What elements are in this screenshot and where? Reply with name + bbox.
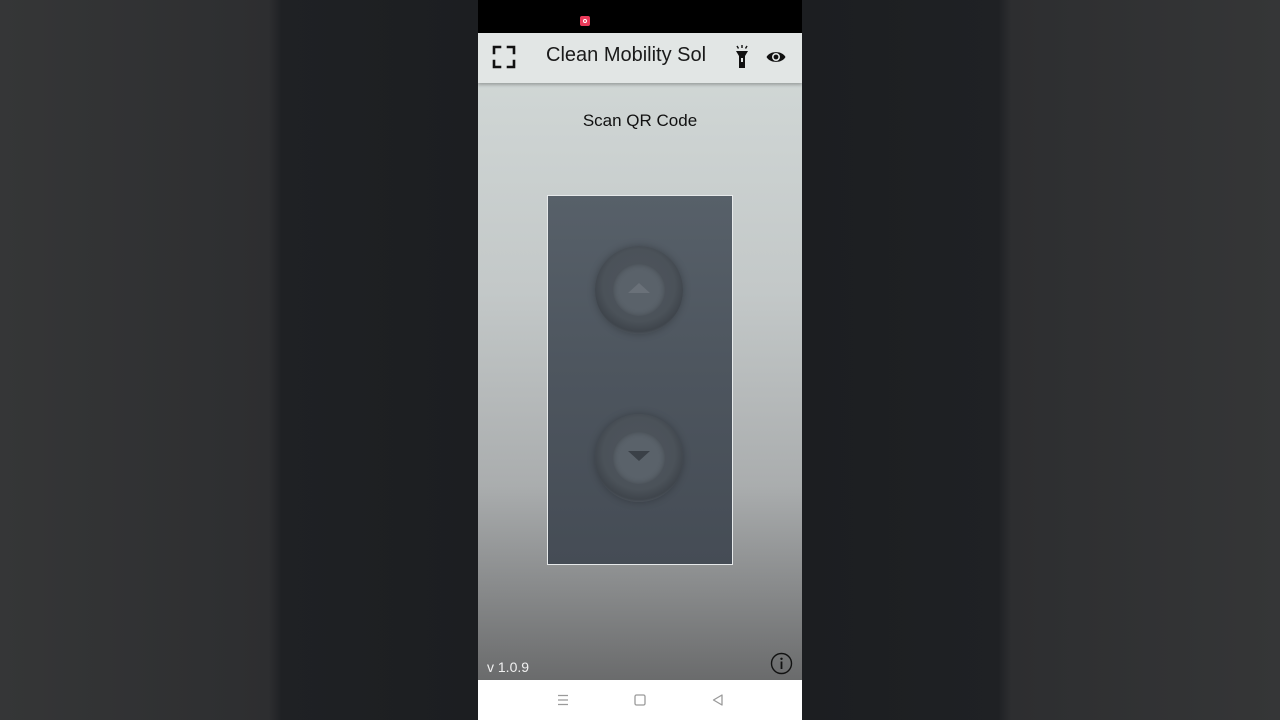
- eye-icon[interactable]: [766, 50, 786, 64]
- phone-screen: Clean Mobility Sol Scan QR Code v 1.0.9: [478, 0, 802, 720]
- info-icon[interactable]: [770, 652, 793, 675]
- version-label: v 1.0.9: [487, 659, 530, 675]
- arrow-up-icon: [628, 283, 650, 293]
- app-bar: Clean Mobility Sol: [478, 33, 802, 83]
- scan-frame-icon[interactable]: [492, 45, 516, 69]
- scroll-up-button[interactable]: [595, 246, 683, 334]
- home-icon[interactable]: [632, 692, 648, 708]
- system-nav-bar: [478, 680, 802, 720]
- menu-icon[interactable]: [555, 692, 571, 708]
- back-icon[interactable]: [710, 692, 726, 708]
- screen-record-icon: [580, 16, 590, 26]
- scan-qr-label: Scan QR Code: [582, 111, 698, 130]
- app-title: Clean Mobility Sol: [546, 44, 707, 66]
- scroll-down-button[interactable]: [595, 414, 683, 502]
- status-bar: [478, 0, 802, 33]
- flashlight-icon[interactable]: [734, 45, 750, 69]
- camera-preview[interactable]: [547, 195, 733, 565]
- app-window: Clean Mobility Sol Scan QR Code v 1.0.9: [478, 33, 802, 680]
- arrow-down-icon: [628, 451, 650, 461]
